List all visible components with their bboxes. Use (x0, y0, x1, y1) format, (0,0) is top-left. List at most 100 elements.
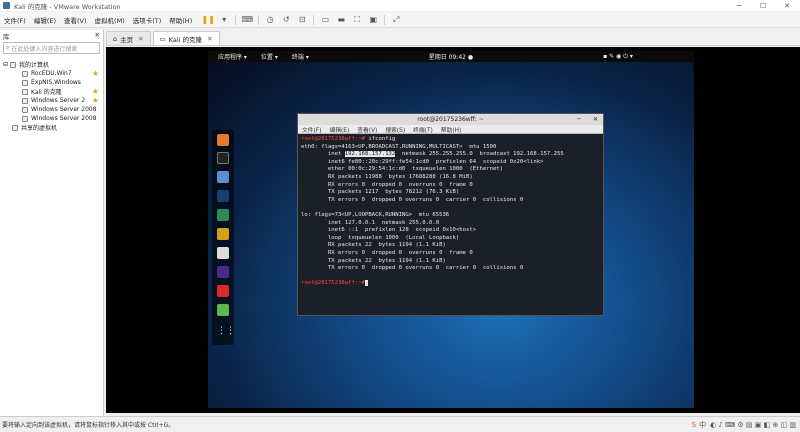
terminal-minimize-icon[interactable]: ─ (577, 116, 581, 123)
terminal-menu-terminal[interactable]: 终端(T) (409, 125, 437, 134)
stretch-icon[interactable]: ⤢ (389, 14, 403, 26)
terminal-close-icon[interactable]: ✕ (593, 116, 598, 123)
send-keys-icon[interactable]: ⌨ (240, 14, 254, 26)
computer-icon (10, 61, 17, 68)
menu-tabs[interactable]: 选项卡(T) (129, 15, 166, 25)
tree-label-vm: RocEDU,Win7 (31, 70, 72, 77)
output-line: inet6 ::1 prefixlen 128 scopeid 0x10<hos… (301, 227, 477, 234)
status-message: 要将输入定向到该虚拟机，请将鼠标指针移入其中或按 Ctrl+G。 (2, 422, 175, 429)
terminal-icon[interactable] (217, 152, 229, 164)
tree-item-vm[interactable]: Windows Server 2008 (0, 114, 103, 123)
tree-item-vm[interactable]: RocEDU,Win7 ★ (0, 69, 103, 78)
snapshot-icon[interactable]: ◷ (263, 14, 277, 26)
tree-label-vm: ExpNIS.Windows (31, 79, 81, 86)
toolbar-divider (384, 14, 386, 25)
menu-edit[interactable]: 编辑(E) (30, 15, 60, 25)
vm-icon (22, 79, 28, 86)
app-grid-icon[interactable]: ⋮⋮ (217, 325, 235, 337)
terminal-menu-edit[interactable]: 编辑(E) (325, 125, 353, 134)
vmware-app-icon (3, 2, 10, 9)
menu-help[interactable]: 帮助(H) (165, 15, 196, 25)
armitage-icon[interactable] (217, 209, 229, 221)
beef-icon[interactable] (217, 266, 229, 278)
device-icons[interactable]: ◐ ♪ ⌨ ⚙ ▤ ▣ ◧ ⊕ ◫ ▥ (710, 421, 796, 429)
library-header: 库 ✕ (0, 30, 103, 41)
terminal-menu-help[interactable]: 帮助(H) (437, 125, 465, 134)
dropdown-icon[interactable]: ▾ (217, 14, 231, 26)
tab-home[interactable]: ⌂ 主页 ✕ (106, 31, 151, 45)
shared-vms-icon (12, 124, 18, 131)
tree-item-vm[interactable]: Windows Server 2 ★ (0, 96, 103, 105)
notes-icon[interactable] (217, 304, 229, 316)
tree-label-shared: 共享的虚拟机 (21, 125, 58, 132)
output-line: TX packets 1217 bytes 78212 (76.3 KiB) (301, 189, 460, 196)
close-library-icon[interactable]: ✕ (95, 31, 100, 39)
firefox-icon[interactable] (217, 134, 229, 146)
language-icon[interactable]: 中 (699, 420, 706, 430)
files-icon[interactable] (217, 171, 229, 183)
terminal-menu-file[interactable]: 文件(F) (298, 125, 325, 134)
console-view-icon[interactable]: ▬ (334, 14, 348, 26)
favorite-star-icon: ★ (91, 68, 99, 78)
tree-item-vm-active[interactable]: Kali 的克隆 ★ (0, 87, 103, 96)
output-line: inet (301, 151, 345, 158)
guest-applications-menu[interactable]: 应用程序 ▾ (218, 52, 247, 61)
tree-item-vm[interactable]: ExpNIS.Windows (0, 78, 103, 87)
vm-icon (22, 70, 28, 77)
terminal-menu-view[interactable]: 查看(V) (353, 125, 381, 134)
maltego-icon[interactable] (217, 247, 229, 259)
tab-label: Kali 的克隆 (168, 35, 203, 44)
home-icon: ⌂ (113, 34, 118, 43)
maximize-icon[interactable]: ☐ (754, 0, 772, 11)
output-line: RX errors 0 dropped 0 overruns 0 frame 0 (301, 249, 473, 256)
output-line: TX errors 0 dropped 0 overruns 0 carrier… (301, 196, 524, 203)
toolbar-divider (313, 14, 315, 25)
shell-prompt: root@20175236wff:~# (301, 136, 365, 142)
snapshot-manager-icon[interactable]: ⊡ (295, 14, 309, 26)
collapse-icon[interactable]: ⊟ (3, 61, 8, 68)
terminal-output: root@20175236wff:~# ifconfig eth0: flags… (298, 134, 603, 290)
menu-vm[interactable]: 虚拟机(M) (91, 15, 129, 25)
faraday-icon[interactable] (217, 285, 229, 297)
fullscreen-icon[interactable]: ⛶ (350, 14, 364, 26)
guest-terminal-menu[interactable]: 终端 ▾ (292, 52, 309, 61)
terminal-title: root@20175236wff: ~ (417, 116, 484, 123)
minimize-icon[interactable]: ─ (730, 0, 748, 11)
close-tab-icon[interactable]: ✕ (138, 35, 143, 43)
terminal-menu: 文件(F) 编辑(E) 查看(V) 搜索(S) 终端(T) 帮助(H) (298, 125, 603, 134)
title-bar: Kali 的克隆 - VMware Workstation ─ ☐ ✕ (0, 0, 800, 11)
tree-item-my-computer[interactable]: ⊟ 我的计算机 (0, 60, 103, 69)
terminal-titlebar: root@20175236wff: ~ ─ ✕ (298, 114, 603, 125)
ime-icon[interactable]: S (692, 421, 696, 429)
close-tab-icon[interactable]: ✕ (207, 35, 212, 43)
tree-label-vm: Windows Server 2008 (31, 106, 97, 113)
tab-vm[interactable]: ▭ Kali 的克隆 ✕ (152, 31, 220, 45)
pause-icon[interactable]: ❚❚ (201, 14, 215, 26)
toolbar-divider (235, 14, 237, 25)
output-line: inet6 fe80::20c:29ff:fe54:1cd0 prefixlen… (301, 158, 544, 165)
tree-item-shared[interactable]: 共享的虚拟机 (0, 123, 103, 132)
close-icon[interactable]: ✕ (778, 0, 796, 11)
terminal-window[interactable]: root@20175236wff: ~ ─ ✕ 文件(F) 编辑(E) 查看(V… (297, 113, 604, 316)
guest-dock: ⋮⋮ (212, 130, 235, 345)
window-title: Kali 的克隆 - VMware Workstation (14, 2, 121, 11)
metasploit-icon[interactable] (217, 190, 229, 202)
guest-places-menu[interactable]: 位置 ▾ (261, 52, 278, 61)
tab-label: 主页 (120, 35, 134, 44)
output-line: netmask 255.255.255.0 broadcast 192.168.… (395, 151, 564, 158)
unity-icon[interactable]: ▣ (366, 14, 380, 26)
shell-prompt: root@20175236wff:~# (301, 280, 365, 287)
menu-file[interactable]: 文件(F) (0, 15, 30, 25)
guest-tray-icons[interactable]: ▪ ✎ ◉ ⏻ ▾ (603, 53, 633, 61)
revert-snapshot-icon[interactable]: ↺ (279, 14, 293, 26)
terminal-menu-search[interactable]: 搜索(S) (381, 125, 409, 134)
library-search-input[interactable]: ⌕ 在此处键入内容进行搜索 (3, 42, 100, 54)
output-line: loop txqueuelen 1000 (Local Loopback) (301, 234, 460, 241)
tree-item-vm[interactable]: Windows Server 2008 (0, 105, 103, 114)
vm-console[interactable]: 应用程序 ▾ 位置 ▾ 终端 ▾ 星期日 09:42 ● ▪ ✎ ◉ ⏻ ▾ ⋮… (106, 47, 800, 413)
menu-view[interactable]: 查看(V) (60, 15, 91, 25)
library-view-icon[interactable]: ▭ (318, 14, 332, 26)
output-line: RX packets 11988 bytes 17688288 (16.8 Mi… (301, 173, 473, 180)
burpsuite-icon[interactable] (217, 228, 229, 240)
library-title: 库 (3, 33, 10, 41)
